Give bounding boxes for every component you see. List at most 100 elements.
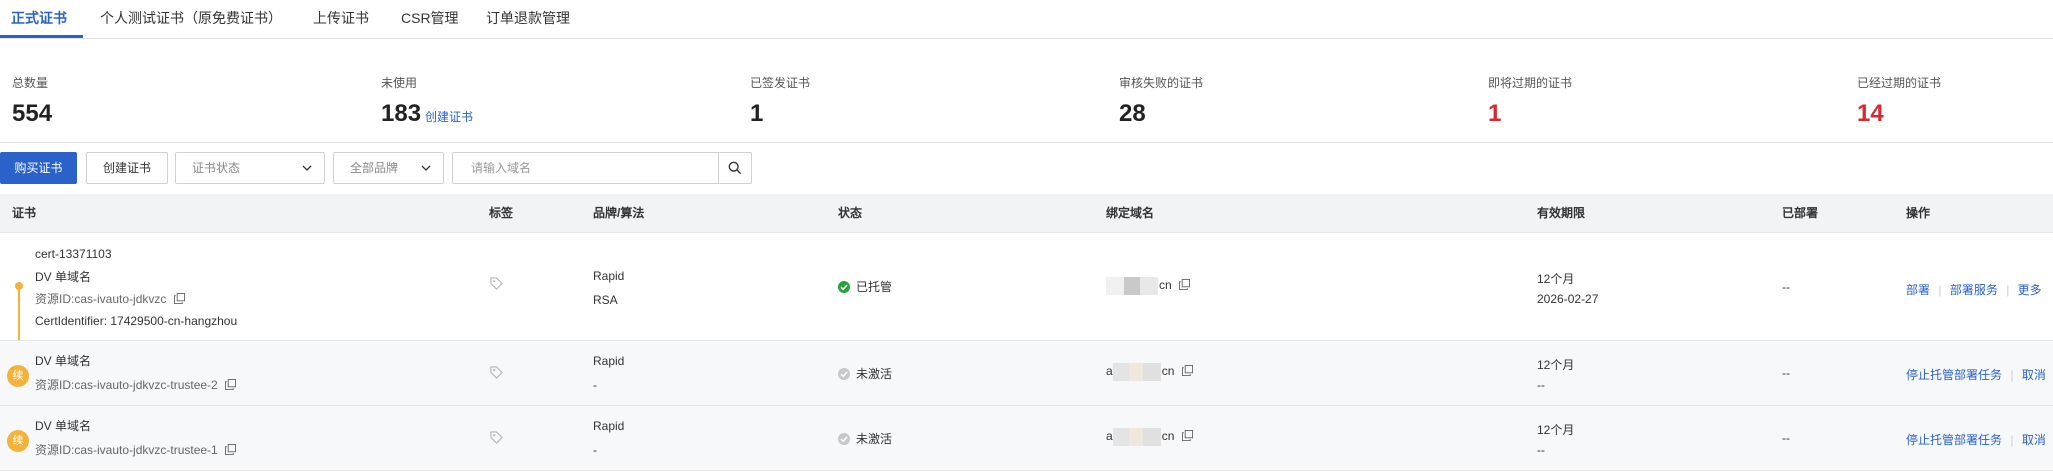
tag-icon[interactable] xyxy=(490,277,503,290)
redacted-domain xyxy=(1128,363,1143,381)
tab-personal-test-certs[interactable]: 个人测试证书（原免费证书） xyxy=(100,0,282,38)
create-cert-link[interactable]: 创建证书 xyxy=(425,108,473,125)
status-text: 未激活 xyxy=(856,432,893,446)
cert-type: DV 单域名 xyxy=(35,419,92,433)
tab-formal-certs[interactable]: 正式证书 xyxy=(11,0,67,38)
create-cert-button[interactable]: 创建证书 xyxy=(86,152,168,184)
table-row: 续 DV 单域名 资源ID:cas-ivauto-jdkvzc-trustee-… xyxy=(0,341,2053,406)
resource-id: 资源ID:cas-ivauto-jdkvzc-trustee-2 xyxy=(35,376,237,393)
active-tab-indicator xyxy=(0,35,83,38)
status: 已托管 xyxy=(838,278,892,295)
cert-type: DV 单域名 xyxy=(35,270,92,284)
check-circle-icon xyxy=(838,368,850,380)
tab-csr-management[interactable]: CSR管理 xyxy=(401,0,459,38)
tag-icon[interactable] xyxy=(490,431,503,444)
chevron-down-icon xyxy=(421,165,431,171)
brand: Rapid xyxy=(593,419,625,433)
cert-status-select-value: 证书状态 xyxy=(192,161,241,175)
action-separator: | xyxy=(2010,433,2014,447)
cert-status-select[interactable]: 证书状态 xyxy=(175,152,325,184)
col-deployed: 已部署 xyxy=(1782,206,1819,220)
domain-prefix: a xyxy=(1106,364,1113,379)
col-status: 状态 xyxy=(838,206,863,220)
redacted-domain xyxy=(1124,277,1140,295)
validity-period: 12个月 xyxy=(1537,272,1575,286)
buy-cert-button[interactable]: 购买证书 xyxy=(0,152,77,184)
row-actions: 停止托管部署任务 | 取消 xyxy=(1906,431,2046,448)
tab-bar: 正式证书 个人测试证书（原免费证书） 上传证书 CSR管理 订单退款管理 xyxy=(0,0,2053,39)
resource-id: 资源ID:cas-ivauto-jdkvzc-trustee-1 xyxy=(35,441,237,458)
tab-upload-cert[interactable]: 上传证书 xyxy=(313,0,369,38)
algorithm: - xyxy=(593,443,597,457)
col-actions: 操作 xyxy=(1906,206,1931,220)
redacted-domain xyxy=(1112,428,1129,446)
stat-total-value: 554 xyxy=(12,100,53,127)
deployed-count: -- xyxy=(1782,366,1790,380)
deploy-service-link[interactable]: 部署服务 xyxy=(1950,283,1998,297)
deployed-count: -- xyxy=(1782,280,1790,294)
stat-failed-label: 审核失败的证书 xyxy=(1119,76,1204,90)
chevron-down-icon xyxy=(302,165,312,171)
validity-period: 12个月 xyxy=(1537,423,1575,437)
deployed-count: -- xyxy=(1782,431,1790,445)
tab-refund-management[interactable]: 订单退款管理 xyxy=(486,0,570,38)
copy-icon[interactable] xyxy=(225,379,237,390)
redacted-domain xyxy=(1142,428,1161,446)
copy-icon[interactable] xyxy=(173,293,185,304)
stat-unused-value: 183 xyxy=(381,100,422,127)
algorithm: - xyxy=(593,378,597,392)
redacted-domain xyxy=(1142,363,1161,381)
more-link[interactable]: 更多 xyxy=(2018,283,2042,297)
copy-icon[interactable] xyxy=(1179,279,1191,291)
redacted-domain xyxy=(1128,428,1143,446)
brand-select-value: 全部品牌 xyxy=(350,161,399,175)
stop-trustee-deploy-link[interactable]: 停止托管部署任务 xyxy=(1906,433,2002,447)
col-tags: 标签 xyxy=(489,206,514,220)
algorithm: RSA xyxy=(593,293,618,307)
domain-suffix: cn xyxy=(1161,364,1175,379)
brand: Rapid xyxy=(593,354,625,368)
tag-icon[interactable] xyxy=(490,366,503,379)
domain-search-input[interactable] xyxy=(469,153,713,183)
renewal-badge: 续 xyxy=(7,430,29,452)
stop-trustee-deploy-link[interactable]: 停止托管部署任务 xyxy=(1906,368,2002,382)
resource-id: 资源ID:cas-ivauto-jdkvzc xyxy=(35,290,185,307)
redacted-domain xyxy=(1106,277,1124,295)
col-validity: 有效期限 xyxy=(1537,206,1586,220)
expiry-date: -- xyxy=(1537,378,1545,392)
resource-id-text: 资源ID:cas-ivauto-jdkvzc xyxy=(35,292,167,306)
status-text: 已托管 xyxy=(856,280,893,294)
domain-search-box xyxy=(452,152,718,184)
brand: Rapid xyxy=(593,269,625,283)
row-actions: 停止托管部署任务 | 取消 xyxy=(1906,366,2046,383)
expiry-date: 2026-02-27 xyxy=(1537,292,1599,306)
domain-suffix: cn xyxy=(1159,278,1172,293)
deploy-link[interactable]: 部署 xyxy=(1906,283,1930,297)
copy-icon[interactable] xyxy=(225,444,237,455)
domain-prefix: a xyxy=(1106,429,1113,444)
cancel-link[interactable]: 取消 xyxy=(2022,433,2046,447)
stat-issued-label: 已签发证书 xyxy=(750,76,811,90)
col-domain: 绑定域名 xyxy=(1106,206,1155,220)
copy-icon[interactable] xyxy=(1181,430,1193,442)
action-separator: | xyxy=(1938,283,1942,297)
divider xyxy=(0,142,2053,143)
resource-id-text: 资源ID:cas-ivauto-jdkvzc-trustee-2 xyxy=(35,378,218,392)
copy-icon[interactable] xyxy=(1181,365,1193,377)
cancel-link[interactable]: 取消 xyxy=(2022,368,2046,382)
check-circle-icon xyxy=(838,281,850,293)
action-separator: | xyxy=(2010,368,2014,382)
search-button[interactable] xyxy=(718,152,752,184)
status: 未激活 xyxy=(838,430,892,447)
stat-expiring-value: 1 xyxy=(1488,100,1502,127)
stat-unused-label: 未使用 xyxy=(381,76,418,90)
resource-id-text: 资源ID:cas-ivauto-jdkvzc-trustee-1 xyxy=(35,443,218,457)
brand-select[interactable]: 全部品牌 xyxy=(333,152,444,184)
cert-type: DV 单域名 xyxy=(35,354,92,368)
bound-domain: cn xyxy=(1106,277,1191,295)
row-actions: 部署 | 部署服务 | 更多 xyxy=(1906,281,2042,298)
stat-expiring-label: 即将过期的证书 xyxy=(1488,76,1573,90)
table-row: 续 DV 单域名 资源ID:cas-ivauto-jdkvzc-trustee-… xyxy=(0,406,2053,471)
action-separator: | xyxy=(2006,283,2010,297)
status-text: 未激活 xyxy=(856,367,893,381)
